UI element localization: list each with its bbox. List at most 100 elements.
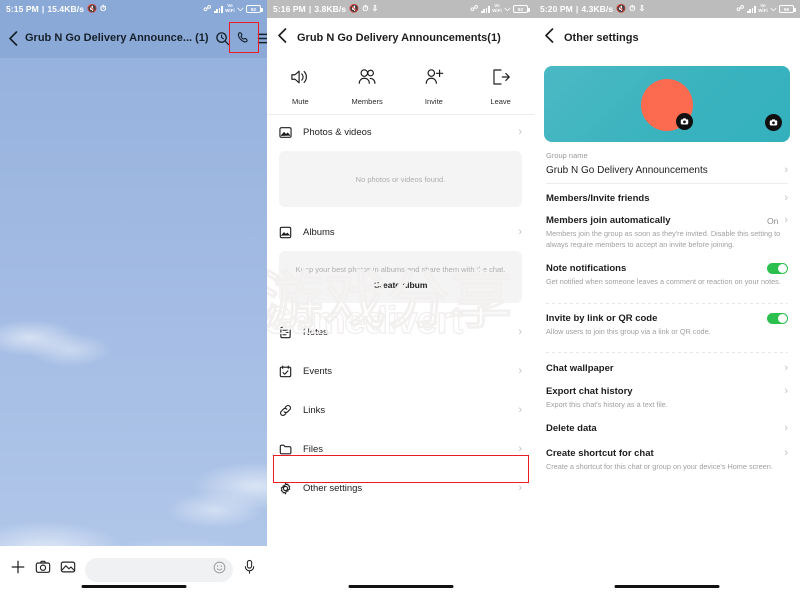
bluetooth-icon: ☍ [736, 5, 744, 13]
back-button[interactable] [8, 27, 19, 49]
note-notifications-toggle[interactable] [767, 263, 788, 274]
setting-title: Members join automatically [546, 215, 761, 226]
message-input[interactable] [85, 558, 233, 582]
chevron-right-icon: › [784, 165, 788, 176]
invite-by-link-toggle[interactable] [767, 313, 788, 324]
setting-title: Create shortcut for chat [546, 448, 778, 459]
row-label: Photos & videos [303, 127, 507, 138]
quick-action-mute[interactable]: Mute [267, 68, 334, 106]
home-indicator [81, 585, 186, 589]
gallery-icon[interactable] [60, 559, 76, 580]
setting-description: Allow users to join this group via a lin… [546, 327, 788, 338]
row-notes[interactable]: Notes › [267, 315, 534, 349]
status-time: 5:20 PM [540, 4, 573, 14]
setting-note-notifications[interactable]: Note notifications Get notified when som… [534, 258, 800, 296]
group-name-caption: Group name [546, 151, 788, 160]
row-label: Events [303, 366, 507, 377]
quick-actions-row: Mute Members Invite Leave [267, 58, 534, 115]
chevron-right-icon: › [518, 366, 522, 377]
phone-icon[interactable] [236, 27, 251, 49]
battery-level: 92 [251, 7, 256, 12]
alarm-icon: ⏱ [629, 5, 635, 13]
row-photos-videos[interactable]: Photos & videos › [267, 115, 534, 149]
hamburger-menu-icon[interactable] [257, 27, 267, 49]
setting-members-invite-friends[interactable]: Members/Invite friends › [534, 184, 800, 212]
members-icon [357, 68, 377, 91]
exit-icon [491, 68, 511, 91]
home-indicator [615, 585, 720, 589]
cover-camera-icon[interactable] [765, 114, 782, 131]
row-other-settings[interactable]: Other settings › [267, 471, 534, 505]
quick-action-members[interactable]: Members [334, 68, 401, 106]
speaker-mute-icon [290, 68, 310, 91]
status-time: 5:16 PM [273, 4, 306, 14]
setting-export-chat-history[interactable]: Export chat history › Export this chat's… [534, 382, 800, 419]
plus-icon[interactable] [10, 559, 26, 580]
status-separator: | [42, 4, 44, 14]
battery-icon: 96 [779, 5, 794, 13]
chevron-right-icon: › [518, 227, 522, 238]
signal-icon [481, 5, 490, 13]
status-net-speed: 3.8KB/s [314, 4, 346, 14]
row-links[interactable]: Links › [267, 393, 534, 427]
row-label: Other settings [303, 483, 507, 494]
mute-icon: 🔇 [349, 5, 359, 13]
setting-chat-wallpaper[interactable]: Chat wallpaper › [534, 353, 800, 382]
battery-level: 96 [784, 7, 789, 12]
search-icon[interactable] [215, 27, 230, 49]
wifi-icon: ⌵ [770, 5, 776, 13]
photos-empty-card: No photos or videos found. [279, 151, 522, 207]
camera-icon[interactable] [35, 559, 51, 580]
battery-icon: 92 [246, 5, 261, 13]
setting-invite-by-link[interactable]: Invite by link or QR code Allow users to… [534, 304, 800, 346]
row-files[interactable]: Files › [267, 432, 534, 466]
back-button[interactable] [277, 28, 288, 48]
quick-action-label: Mute [292, 97, 309, 106]
quick-action-invite[interactable]: Invite [401, 68, 468, 106]
quick-action-label: Leave [490, 97, 510, 106]
row-events[interactable]: Events › [267, 354, 534, 388]
avatar-camera-icon[interactable] [676, 113, 693, 130]
volte-icon: VoWiFi [225, 4, 235, 13]
album-icon [279, 226, 292, 239]
setting-members-join-automatically[interactable]: Members join automatically On › Members … [534, 212, 800, 258]
row-label: Links [303, 405, 507, 416]
create-album-button[interactable]: Create album [374, 280, 428, 290]
quick-action-leave[interactable]: Leave [467, 68, 534, 106]
setting-title: Chat wallpaper [546, 363, 778, 374]
link-icon [279, 404, 292, 417]
alarm-icon: ⏱ [100, 5, 106, 13]
row-label: Notes [303, 327, 507, 338]
setting-title: Delete data [546, 423, 778, 434]
back-button[interactable] [544, 28, 555, 48]
status-bar-2: 5:16 PM | 3.8KB/s 🔇 ⏱ ⇩ ☍ VoWiFi ⌵ 92 [267, 0, 534, 18]
chevron-right-icon: › [518, 127, 522, 138]
microphone-icon[interactable] [242, 559, 257, 580]
status-bar-1: 5:15 PM | 15.4KB/s 🔇 ⏱ ☍ VoWiFi ⌵ 92 [0, 0, 267, 18]
home-indicator [348, 585, 453, 589]
empty-text: No photos or videos found. [356, 175, 446, 184]
chevron-right-icon: › [518, 444, 522, 455]
quick-action-label: Members [351, 97, 382, 106]
group-cover-banner[interactable] [544, 66, 790, 142]
signal-icon [747, 5, 756, 13]
status-separator: | [576, 4, 578, 14]
alarm-icon: ⏱ [362, 5, 368, 13]
emoji-icon[interactable] [213, 561, 226, 579]
chevron-right-icon: › [784, 448, 788, 459]
chevron-right-icon: › [518, 483, 522, 494]
setting-create-shortcut[interactable]: Create shortcut for chat › Create a shor… [534, 442, 800, 481]
setting-description: Members join the group as soon as they'r… [546, 229, 788, 250]
group-name-block[interactable]: Group name Grub N Go Delivery Announceme… [534, 142, 800, 183]
calendar-icon [279, 365, 292, 378]
screenshot-stage: 5:15 PM | 15.4KB/s 🔇 ⏱ ☍ VoWiFi ⌵ 92 Gru… [0, 0, 800, 593]
row-label: Albums [303, 227, 507, 238]
row-albums[interactable]: Albums › [267, 215, 534, 249]
download-icon: ⇩ [372, 5, 379, 13]
setting-delete-data[interactable]: Delete data › [534, 419, 800, 442]
photo-icon [279, 126, 292, 139]
chevron-right-icon: › [784, 386, 788, 397]
setting-description: Get notified when someone leaves a comme… [546, 277, 788, 288]
chat-wallpaper [0, 58, 267, 546]
other-settings-header: Other settings [534, 18, 800, 58]
